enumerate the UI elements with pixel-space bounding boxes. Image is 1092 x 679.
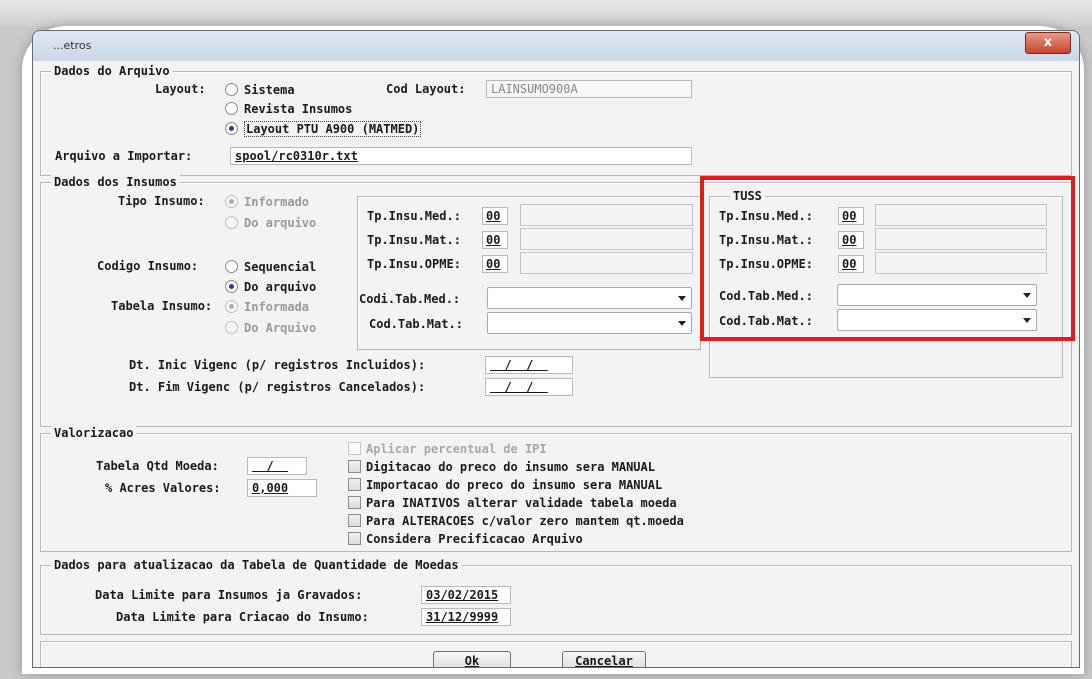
codigo-sequencial-radio[interactable]: Sequencial — [225, 260, 316, 274]
tipo-insumo-label: Tipo Insumo: — [118, 194, 205, 208]
tabela-qtd-field[interactable]: / — [247, 457, 307, 475]
checkbox-icon — [348, 478, 361, 491]
dialog-body: Dados do Arquivo Layout: Sistema Revista… — [37, 61, 1075, 667]
close-button[interactable]: x — [1025, 32, 1071, 54]
tp-opme-field[interactable]: 00 — [482, 255, 508, 273]
checkbox-icon — [348, 442, 361, 455]
radio-selected-icon — [225, 195, 238, 208]
chevron-down-icon — [678, 296, 686, 301]
tabela-informada-radio: Informada — [225, 300, 309, 314]
title-bar: ...etros x — [33, 31, 1079, 61]
checkbox-icon — [348, 496, 361, 509]
tp-mat-field[interactable]: 00 — [482, 231, 508, 249]
dt-fim-label: Dt. Fim Vigenc (p/ registros Cancelados)… — [129, 380, 426, 394]
radio-icon — [225, 321, 238, 334]
codi-tab-med-label: Codi.Tab.Med.: — [359, 292, 461, 306]
tipo-arquivo-radio: Do arquivo — [225, 216, 316, 230]
layout-ptu-radio[interactable]: Layout PTU A900 (MATMED) — [225, 121, 422, 137]
acres-valores-label: % Acres Valores: — [105, 481, 221, 495]
radio-selected-icon — [225, 280, 238, 293]
check-digitacao-manual[interactable]: Digitacao do preco do insumo sera MANUAL — [348, 460, 655, 474]
cod-layout-label: Cod Layout: — [386, 82, 466, 96]
limite-criacao-field[interactable]: 31/12/9999 — [421, 608, 511, 626]
checkbox-icon — [348, 532, 361, 545]
tipo-informado-radio: Informado — [225, 195, 309, 209]
layout-revista-radio[interactable]: Revista Insumos — [225, 102, 352, 116]
acres-valores-field[interactable]: 0,000 — [247, 479, 317, 497]
radio-selected-icon — [225, 122, 238, 135]
cod-tab-mat-select[interactable] — [487, 312, 692, 334]
radio-icon — [225, 260, 238, 273]
layout-sistema-radio[interactable]: Sistema — [225, 83, 295, 97]
codi-tab-med-select[interactable] — [487, 287, 692, 309]
layout-label: Layout: — [155, 82, 206, 96]
tabela-arquivo-radio: Do Arquivo — [225, 321, 316, 335]
check-precificacao[interactable]: Considera Precificacao Arquivo — [348, 532, 583, 546]
ok-button[interactable]: Ok — [433, 651, 511, 667]
tp-opme-desc — [520, 252, 693, 274]
cancelar-button[interactable]: Cancelar — [562, 651, 646, 667]
checkbox-icon — [348, 460, 361, 473]
tabela-qtd-label: Tabela Qtd Moeda: — [96, 459, 219, 473]
button-bar — [40, 641, 1072, 667]
codigo-insumo-label: Codigo Insumo: — [97, 259, 199, 273]
arquivo-importar-field[interactable]: spool/rc0310r.txt — [230, 147, 692, 165]
dt-inic-label: Dt. Inic Vigenc (p/ registros Incluidos)… — [129, 358, 426, 372]
tp-med-field[interactable]: 00 — [482, 207, 508, 225]
check-aplicar-ipi: Aplicar percentual de IPI — [348, 442, 547, 456]
parameters-dialog: ...etros x Dados do Arquivo Layout: Sist… — [32, 30, 1080, 668]
highlight-box — [700, 176, 1075, 341]
cod-tab-mat-label: Cod.Tab.Mat.: — [369, 317, 463, 331]
dt-inic-field[interactable]: / / — [485, 356, 573, 374]
check-inativos[interactable]: Para INATIVOS alterar validade tabela mo… — [348, 496, 677, 510]
cod-layout-field: LAINSUMO900A — [486, 80, 692, 98]
check-alteracoes[interactable]: Para ALTERACOES c/valor zero mantem qt.m… — [348, 514, 684, 528]
radio-icon — [225, 216, 238, 229]
limite-criacao-label: Data Limite para Criacao do Insumo: — [116, 610, 369, 624]
arquivo-importar-label: Arquivo a Importar: — [55, 149, 193, 163]
atualizacao-legend: Dados para atualizacao da Tabela de Quan… — [51, 558, 462, 572]
insumos-legend: Dados dos Insumos — [51, 175, 180, 189]
window-title: ...etros — [53, 39, 92, 52]
check-importacao-manual[interactable]: Importacao do preco do insumo sera MANUA… — [348, 478, 662, 492]
tp-med-desc — [520, 204, 693, 226]
valorizacao-legend: Valorizacao — [51, 426, 137, 440]
radio-icon — [225, 83, 238, 96]
tp-mat-label: Tp.Insu.Mat.: — [367, 233, 461, 247]
tp-opme-label: Tp.Insu.OPME: — [367, 257, 461, 271]
arquivo-legend: Dados do Arquivo — [51, 64, 173, 78]
limite-gravados-field[interactable]: 03/02/2015 — [421, 586, 511, 604]
codigo-arquivo-radio[interactable]: Do arquivo — [225, 280, 316, 294]
tp-med-label: Tp.Insu.Med.: — [367, 209, 461, 223]
radio-selected-icon — [225, 300, 238, 313]
checkbox-icon — [348, 514, 361, 527]
limite-gravados-label: Data Limite para Insumos ja Gravados: — [95, 588, 363, 602]
tp-mat-desc — [520, 228, 693, 250]
tabela-insumo-label: Tabela Insumo: — [111, 299, 213, 313]
radio-icon — [225, 102, 238, 115]
dt-fim-field[interactable]: / / — [485, 378, 573, 396]
chevron-down-icon — [678, 321, 686, 326]
